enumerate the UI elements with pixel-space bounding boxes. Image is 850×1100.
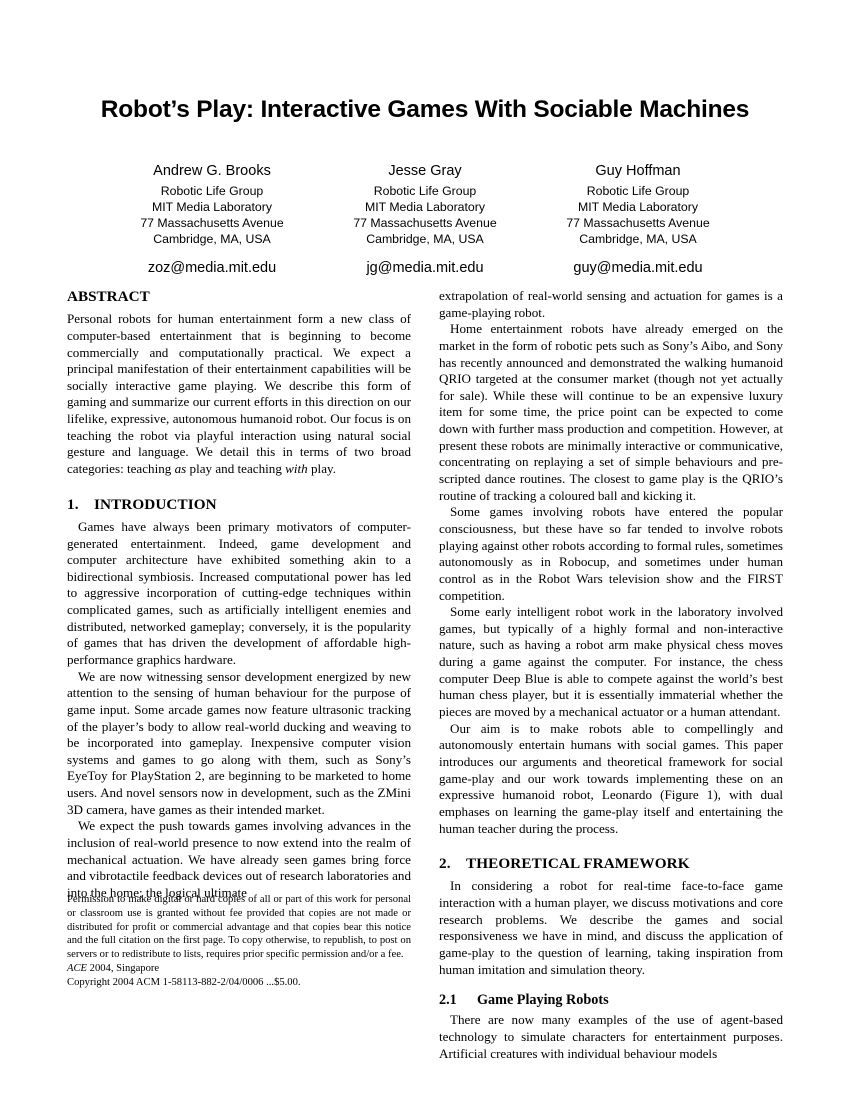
intro-paragraph-5: Home entertainment robots have already e… [439, 321, 783, 503]
author-city: Cambridge, MA, USA [579, 232, 697, 247]
copyright-line: Copyright 2004 ACM 1-58113-882-2/04/0006… [67, 976, 301, 988]
author-name: Andrew G. Brooks [153, 163, 271, 180]
permission-text: Permission to make digital or hard copie… [67, 894, 411, 961]
abstract-italic-as: as [174, 461, 187, 476]
intro-paragraph-1: Games have always been primary motivator… [67, 518, 411, 667]
intro-paragraph-2: We are now witnessing sensor development… [67, 668, 411, 817]
section-title: THEORETICAL FRAMEWORK [466, 855, 690, 873]
intro-paragraph-4: extrapolation of real-world sensing and … [439, 288, 783, 320]
intro-paragraph-6: Some games involving robots have entered… [439, 504, 783, 603]
game-playing-robots-paragraph: There are now many examples of the use o… [439, 1012, 783, 1061]
abstract-part-1: Personal robots for human entertainment … [67, 311, 411, 476]
author-city: Cambridge, MA, USA [153, 232, 271, 247]
author-group: Robotic Life Group [586, 183, 690, 198]
subsection-heading-game-playing-robots: 2.1 Game Playing Robots [439, 992, 783, 1009]
section-heading-theoretical-framework: 2. THEORETICAL FRAMEWORK [439, 855, 783, 873]
section-number: 2. [439, 855, 451, 873]
author-institution: MIT Media Laboratory [151, 200, 273, 215]
author-group: Robotic Life Group [160, 183, 264, 198]
author-name: Jesse Gray [388, 163, 462, 180]
author-block: Andrew G. Brooks Robotic Life Group MIT … [0, 162, 850, 279]
page-title: Robot’s Play: Interactive Games With Soc… [100, 96, 750, 123]
abstract-part-3: play. [307, 461, 336, 476]
right-column: extrapolation of real-world sensing and … [439, 288, 783, 1062]
author-2: Jesse Gray Robotic Life Group MIT Media … [319, 162, 532, 279]
author-street: 77 Massachusetts Avenue [566, 216, 710, 231]
abstract-text: Personal robots for human entertainment … [67, 311, 411, 477]
author-street: 77 Massachusetts Avenue [353, 216, 497, 231]
author-3: Guy Hoffman Robotic Life Group MIT Media… [532, 162, 745, 279]
abstract-part-2: play and teaching [186, 461, 286, 476]
intro-paragraph-8: Our aim is to make robots able to compel… [439, 720, 783, 836]
author-email[interactable]: zoz@media.mit.edu [106, 259, 319, 279]
abstract-italic-with: with [285, 461, 308, 476]
author-city: Cambridge, MA, USA [366, 232, 484, 247]
subsection-title: Game Playing Robots [477, 992, 609, 1009]
author-street: 77 Massachusetts Avenue [140, 216, 284, 231]
author-institution: MIT Media Laboratory [364, 200, 486, 215]
paper-page: Robot’s Play: Interactive Games With Soc… [0, 0, 850, 1100]
section-title: INTRODUCTION [94, 495, 217, 513]
section-heading-introduction: 1. INTRODUCTION [67, 496, 411, 514]
subsection-number: 2.1 [439, 992, 457, 1009]
author-group: Robotic Life Group [373, 183, 477, 198]
copyright-notice: Permission to make digital or hard copie… [67, 893, 411, 989]
conference-name: ACE [67, 962, 88, 974]
author-1: Andrew G. Brooks Robotic Life Group MIT … [106, 162, 319, 279]
abstract-heading: ABSTRACT [67, 288, 150, 305]
framework-paragraph: In considering a robot for real-time fac… [439, 878, 783, 977]
author-email[interactable]: jg@media.mit.edu [319, 259, 532, 279]
author-institution: MIT Media Laboratory [577, 200, 699, 215]
conference-line: ACE 2004, Singapore [67, 962, 411, 976]
intro-paragraph-3: We expect the push towards games involvi… [67, 818, 411, 900]
conference-location: 2004, Singapore [87, 962, 160, 974]
section-number: 1. [67, 495, 79, 513]
author-email[interactable]: guy@media.mit.edu [532, 259, 745, 279]
author-name: Guy Hoffman [595, 163, 681, 180]
intro-paragraph-7: Some early intelligent robot work in the… [439, 604, 783, 720]
